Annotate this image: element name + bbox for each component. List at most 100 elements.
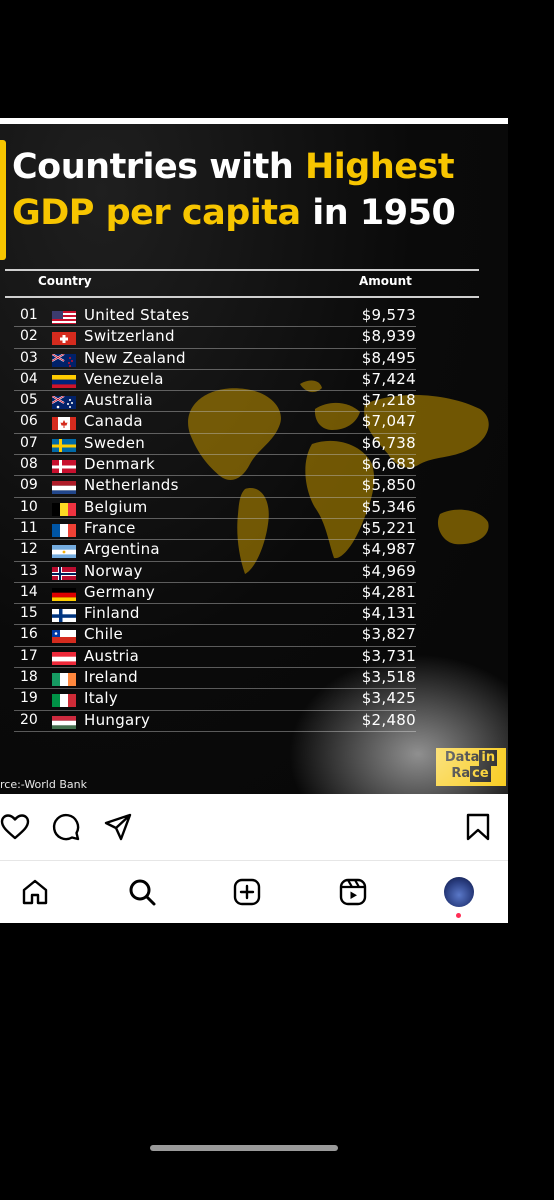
table-row: 01 United States $9,573 [14, 306, 416, 328]
table-row: 02 Switzerland $8,939 [14, 327, 416, 349]
create-icon[interactable] [232, 877, 262, 907]
rank-label: 15 [20, 605, 38, 622]
at-flag-icon [52, 651, 76, 665]
country-name: Switzerland [84, 327, 175, 346]
country-name: Hungary [84, 710, 151, 729]
ch-flag-icon [52, 331, 76, 346]
gdp-amount: $4,131 [361, 604, 416, 623]
heart-icon[interactable] [0, 812, 30, 842]
rank-label: 17 [20, 647, 38, 664]
gdp-amount: $5,850 [361, 476, 416, 495]
be-flag-icon [52, 502, 76, 516]
fi-flag-icon [52, 608, 76, 623]
profile-avatar[interactable] [444, 877, 474, 907]
table-row: 14 Germany $4,281 [14, 582, 416, 605]
rank-label: 01 [20, 307, 38, 323]
gdp-amount: $3,731 [361, 646, 416, 665]
nz-flag-icon [52, 352, 76, 367]
rank-label: 16 [20, 626, 38, 643]
table-row: 19 Italy $3,425 [14, 689, 416, 711]
country-name: France [84, 518, 136, 537]
country-name: Venezuela [84, 369, 164, 388]
notification-dot [456, 913, 461, 918]
rank-label: 05 [20, 392, 38, 409]
country-name: Austria [84, 646, 140, 665]
rank-label: 04 [20, 370, 38, 387]
rank-label: 11 [20, 519, 38, 536]
de-flag-icon [52, 587, 76, 601]
rank-label: 14 [20, 583, 38, 600]
cl-flag-icon [52, 629, 76, 644]
table-row: 04 Venezuela $7,424 [14, 369, 416, 392]
rank-label: 12 [20, 541, 38, 558]
gdp-amount: $9,573 [361, 306, 416, 324]
gdp-amount: $4,969 [361, 561, 416, 580]
rank-label: 20 [20, 711, 38, 728]
fr-flag-icon [52, 523, 76, 537]
table-row: 13 Norway $4,969 [14, 562, 416, 583]
country-name: Argentina [84, 540, 160, 559]
logo-text-data: Data [444, 750, 480, 765]
country-name: Denmark [84, 455, 156, 474]
table-row: 08 Denmark $6,683 [14, 455, 416, 477]
rank-label: 06 [20, 413, 38, 430]
country-name: Belgium [84, 497, 148, 516]
ca-flag-icon [52, 416, 76, 431]
search-icon[interactable] [127, 877, 157, 907]
title-highlight-1: Highest [304, 147, 455, 187]
country-name: Ireland [84, 668, 138, 687]
gdp-amount: $3,425 [361, 689, 416, 708]
table-row: 12 Argentina $4,987 [14, 540, 416, 562]
table-row: 05 Australia $7,218 [14, 391, 416, 413]
reels-icon[interactable] [338, 877, 368, 907]
rank-label: 02 [20, 328, 38, 345]
us-flag-icon [52, 310, 76, 324]
table-row: 11 France $5,221 [14, 518, 416, 541]
table-header-rule [5, 296, 479, 298]
gdp-amount: $7,424 [361, 369, 416, 388]
rank-label: 09 [20, 477, 38, 494]
rank-label: 07 [20, 434, 38, 451]
country-name: Netherlands [84, 476, 179, 495]
logo-text-in: in [479, 750, 498, 766]
table-row: 16 Chile $3,827 [14, 625, 416, 647]
table-row: 03 New Zealand $8,495 [14, 349, 416, 370]
country-name: Finland [84, 604, 140, 623]
nl-flag-icon [52, 480, 76, 495]
no-flag-icon [52, 566, 76, 580]
country-name: Chile [84, 625, 124, 644]
logo-text-ra: Ra [451, 766, 471, 781]
column-header-country: Country [38, 274, 92, 288]
country-name: Germany [84, 582, 156, 601]
country-name: New Zealand [84, 348, 186, 367]
gdp-amount: $5,346 [361, 497, 416, 516]
country-name: Canada [84, 412, 143, 431]
post-action-bar [0, 794, 508, 860]
rank-label: 13 [20, 562, 38, 579]
share-icon[interactable] [103, 812, 133, 842]
table-row: 20 Hungary $2,480 [14, 711, 416, 732]
post-image[interactable]: Countries with Highest GDP per capita in… [0, 124, 508, 794]
table-row: 18 Ireland $3,518 [14, 668, 416, 690]
post-title: Countries with Highest GDP per capita in… [12, 144, 492, 236]
rank-label: 08 [20, 456, 38, 473]
ar-flag-icon [52, 544, 76, 559]
table-row: 06 Canada $7,047 [14, 412, 416, 434]
rank-label: 10 [20, 498, 38, 515]
logo-text-ce: ce [470, 766, 491, 782]
ve-flag-icon [52, 374, 76, 388]
gdp-amount: $3,827 [361, 625, 416, 644]
hu-flag-icon [52, 715, 76, 729]
country-name: Italy [84, 689, 119, 708]
gdp-amount: $4,987 [361, 540, 416, 559]
comment-icon[interactable] [51, 812, 81, 842]
home-icon[interactable] [20, 877, 50, 907]
home-indicator[interactable] [150, 1145, 338, 1151]
table-row: 17 Austria $3,731 [14, 646, 416, 669]
table-row: 07 Sweden $6,738 [14, 433, 416, 456]
bookmark-icon[interactable] [463, 812, 493, 842]
gdp-amount: $8,939 [361, 327, 416, 346]
gdp-amount: $3,518 [361, 668, 416, 687]
table-row: 09 Netherlands $5,850 [14, 476, 416, 498]
gdp-amount: $6,738 [361, 433, 416, 452]
